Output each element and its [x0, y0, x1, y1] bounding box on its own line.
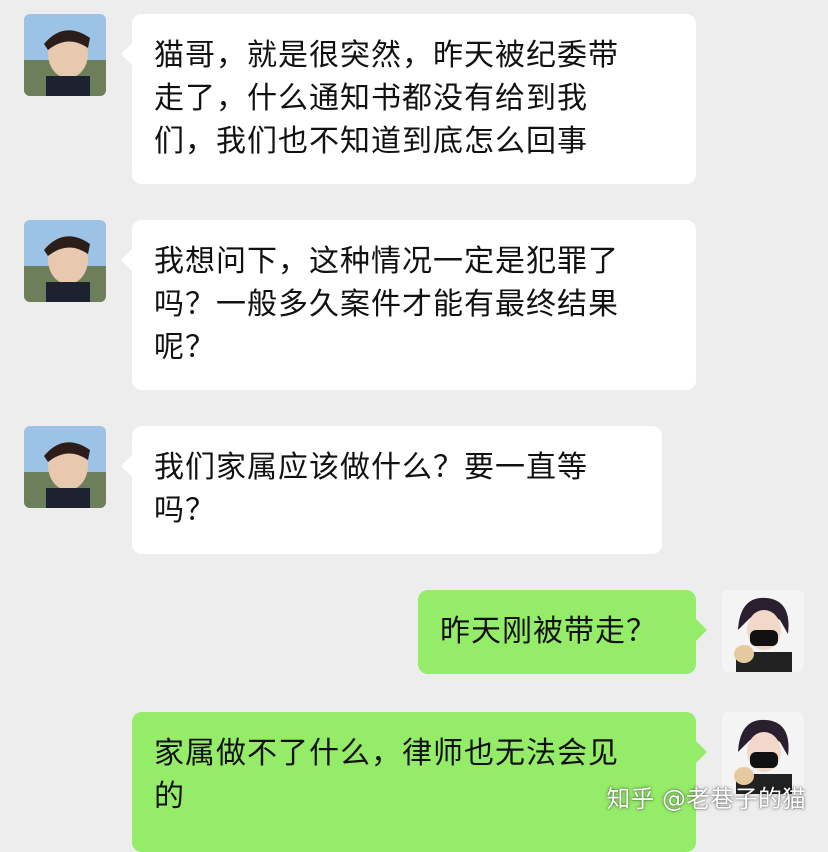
message-bubble-incoming[interactable]: 我想问下，这种情况一定是犯罪了 吗？一般多久案件才能有最终结果 呢？ — [121, 220, 696, 390]
message-text: 猫哥，就是很突然，昨天被纪委带 走了，什么通知书都没有给到我 们，我们也不知道到… — [154, 38, 619, 159]
message-bubble-incoming[interactable]: 我们家属应该做什么？要一直等 吗？ — [121, 426, 662, 554]
message-text: 家属做不了什么，律师也无法会见 的 — [154, 736, 619, 814]
watermark: 知乎 @老巷子的猫 — [606, 785, 806, 813]
message-text: 我想问下，这种情况一定是犯罪了 吗？一般多久案件才能有最终结果 呢？ — [154, 244, 619, 365]
message-bubble-incoming[interactable]: 猫哥，就是很突然，昨天被纪委带 走了，什么通知书都没有给到我 们，我们也不知道到… — [121, 14, 696, 184]
contact-avatar[interactable] — [24, 220, 106, 302]
contact-avatar[interactable] — [24, 426, 106, 508]
contact-avatar[interactable] — [24, 14, 106, 96]
message-text: 昨天刚被带走？ — [440, 614, 657, 649]
self-avatar[interactable] — [722, 590, 804, 672]
message-text: 我们家属应该做什么？要一直等 吗？ — [154, 450, 588, 528]
message-bubble-outgoing[interactable]: 昨天刚被带走？ — [418, 590, 707, 674]
